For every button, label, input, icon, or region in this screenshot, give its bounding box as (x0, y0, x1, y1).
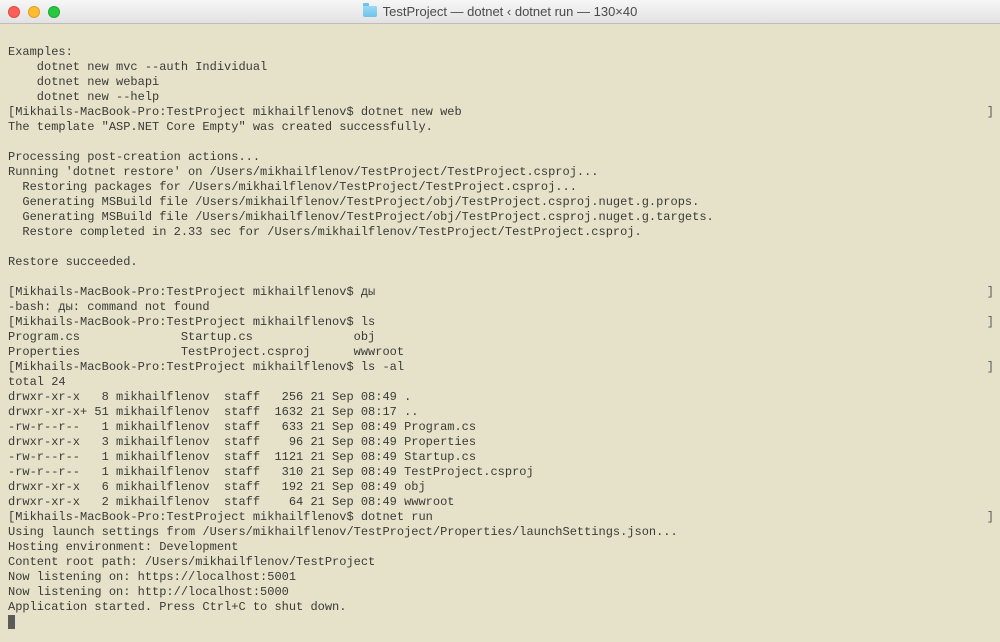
terminal-cursor-line (8, 615, 992, 630)
terminal-line: drwxr-xr-x 2 mikhailflenov staff 64 21 S… (8, 495, 992, 510)
terminal-body[interactable]: Examples: dotnet new mvc --auth Individu… (0, 24, 1000, 642)
terminal-line: Running 'dotnet restore' on /Users/mikha… (8, 165, 992, 180)
terminal-line: drwxr-xr-x 6 mikhailflenov staff 192 21 … (8, 480, 992, 495)
terminal-line: dotnet new webapi (8, 75, 992, 90)
cursor-icon (8, 615, 15, 629)
terminal-line: [Mikhails-MacBook-Pro:TestProject mikhai… (8, 510, 992, 525)
terminal-line: -rw-r--r-- 1 mikhailflenov staff 1121 21… (8, 450, 992, 465)
terminal-line: -rw-r--r-- 1 mikhailflenov staff 633 21 … (8, 420, 992, 435)
terminal-line: [Mikhails-MacBook-Pro:TestProject mikhai… (8, 315, 992, 330)
terminal-line: dotnet new --help (8, 90, 992, 105)
terminal-line: Generating MSBuild file /Users/mikhailfl… (8, 210, 992, 225)
terminal-line: drwxr-xr-x 3 mikhailflenov staff 96 21 S… (8, 435, 992, 450)
terminal-line: [Mikhails-MacBook-Pro:TestProject mikhai… (8, 285, 992, 300)
terminal-line: [Mikhails-MacBook-Pro:TestProject mikhai… (8, 360, 992, 375)
terminal-line: total 24 (8, 375, 992, 390)
terminal-line (8, 135, 992, 150)
terminal-line (8, 30, 992, 45)
folder-icon (363, 6, 377, 17)
terminal-line: Generating MSBuild file /Users/mikhailfl… (8, 195, 992, 210)
terminal-line: Restore succeeded. (8, 255, 992, 270)
terminal-line: Restoring packages for /Users/mikhailfle… (8, 180, 992, 195)
terminal-line: -rw-r--r-- 1 mikhailflenov staff 310 21 … (8, 465, 992, 480)
terminal-line: Content root path: /Users/mikhailflenov/… (8, 555, 992, 570)
zoom-icon[interactable] (48, 6, 60, 18)
terminal-line: -bash: ды: command not found (8, 300, 992, 315)
terminal-line: Now listening on: https://localhost:5001 (8, 570, 992, 585)
terminal-line: Now listening on: http://localhost:5000 (8, 585, 992, 600)
terminal-line: Using launch settings from /Users/mikhai… (8, 525, 992, 540)
terminal-line: Properties TestProject.csproj wwwroot (8, 345, 992, 360)
terminal-line: dotnet new mvc --auth Individual (8, 60, 992, 75)
close-icon[interactable] (8, 6, 20, 18)
minimize-icon[interactable] (28, 6, 40, 18)
terminal-line: Application started. Press Ctrl+C to shu… (8, 600, 992, 615)
terminal-line: Restore completed in 2.33 sec for /Users… (8, 225, 992, 240)
terminal-line: Hosting environment: Development (8, 540, 992, 555)
terminal-line (8, 270, 992, 285)
traffic-lights (8, 6, 60, 18)
terminal-line: Program.cs Startup.cs obj (8, 330, 992, 345)
terminal-line: drwxr-xr-x 8 mikhailflenov staff 256 21 … (8, 390, 992, 405)
terminal-line: Examples: (8, 45, 992, 60)
window-title: TestProject — dotnet ‹ dotnet run — 130×… (8, 4, 992, 19)
terminal-line: drwxr-xr-x+ 51 mikhailflenov staff 1632 … (8, 405, 992, 420)
terminal-line: Processing post-creation actions... (8, 150, 992, 165)
title-bar[interactable]: TestProject — dotnet ‹ dotnet run — 130×… (0, 0, 1000, 24)
terminal-line: [Mikhails-MacBook-Pro:TestProject mikhai… (8, 105, 992, 120)
window-title-text: TestProject — dotnet ‹ dotnet run — 130×… (383, 4, 638, 19)
terminal-line (8, 240, 992, 255)
terminal-line: The template "ASP.NET Core Empty" was cr… (8, 120, 992, 135)
terminal-window: TestProject — dotnet ‹ dotnet run — 130×… (0, 0, 1000, 642)
